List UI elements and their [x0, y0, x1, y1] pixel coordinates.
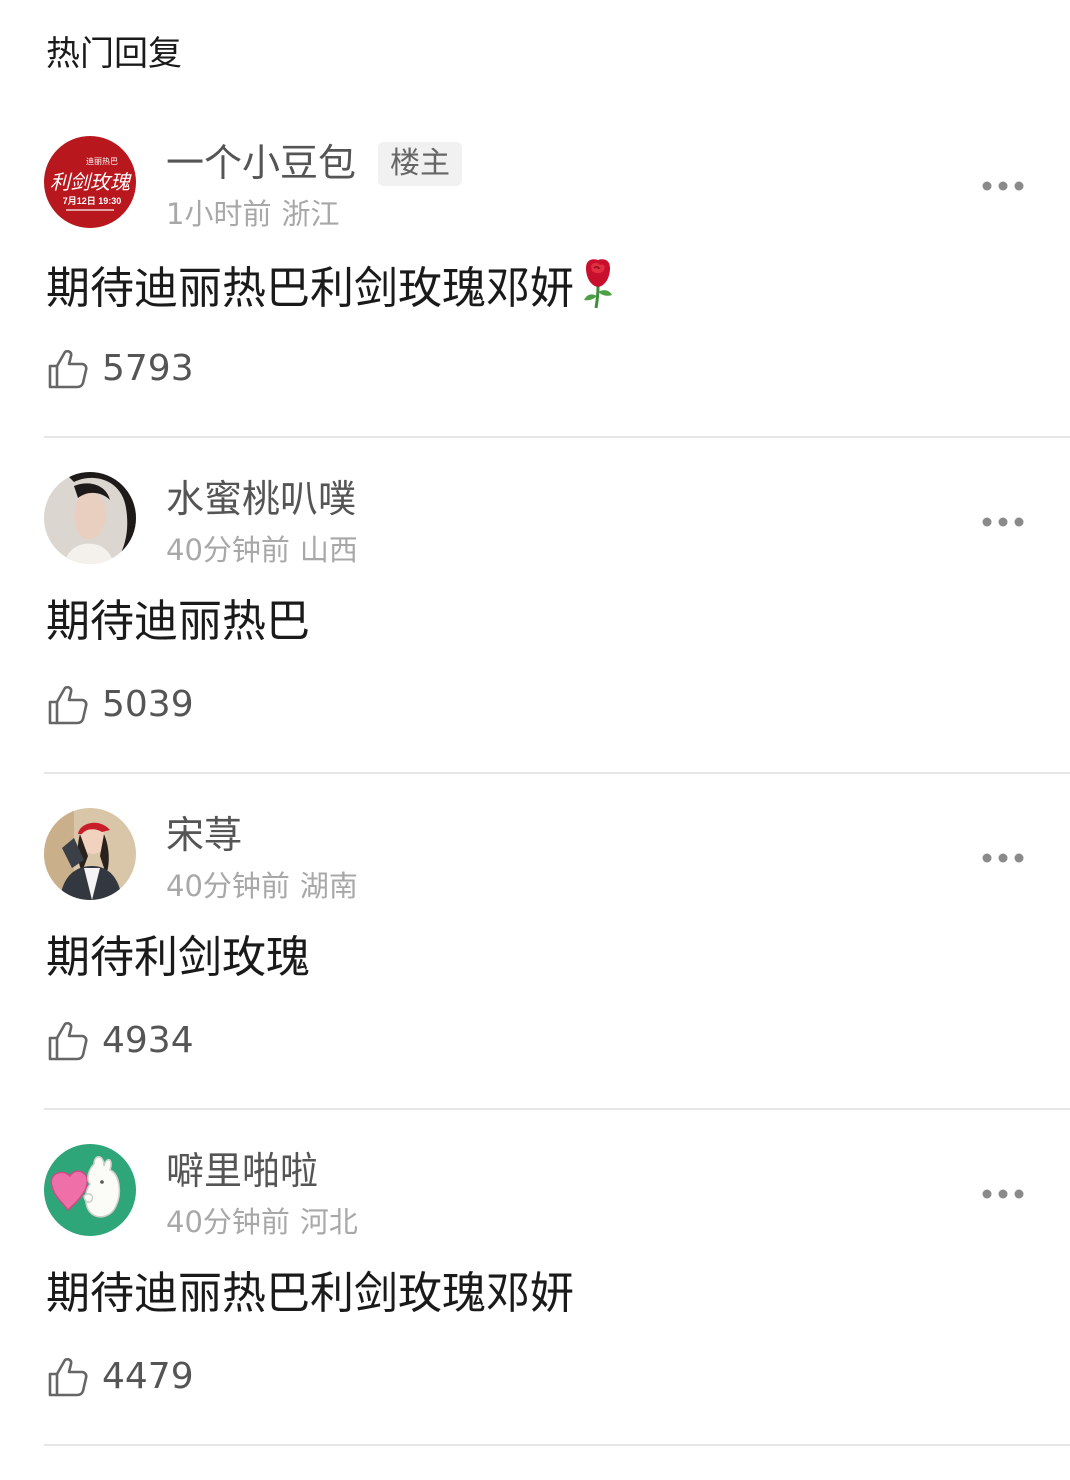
like-count: 4934: [102, 1020, 194, 1061]
comment-text: 期待迪丽热巴利剑玫瑰邓妍: [46, 263, 574, 314]
op-badge: 楼主: [378, 142, 462, 186]
like-count: 5039: [102, 684, 194, 725]
avatar[interactable]: [44, 808, 136, 900]
thumbs-up-icon: [48, 349, 88, 389]
more-dots-icon: [982, 181, 1024, 191]
avatar-photo-image: [44, 472, 136, 564]
more-options-button[interactable]: [978, 1174, 1028, 1214]
like-count: 4479: [102, 1356, 194, 1397]
more-options-button[interactable]: [978, 502, 1028, 542]
comment-time: 40分钟前: [166, 869, 290, 903]
comment-content: 期待迪丽热巴利剑玫瑰邓妍: [46, 256, 618, 326]
username[interactable]: 噼里啪啦: [166, 1146, 318, 1196]
comment-time: 40分钟前: [166, 1205, 290, 1239]
like-count: 5793: [102, 348, 194, 389]
avatar[interactable]: [44, 472, 136, 564]
comment-location: 浙江: [281, 197, 340, 231]
comment-meta: 40分钟前 山西: [166, 530, 358, 570]
comment-location: 山西: [299, 533, 358, 567]
avatar[interactable]: 迪丽热巴 利剑玫瑰 7月12日 19:30: [44, 136, 136, 228]
avatar-poster-top: 迪丽热巴: [86, 156, 118, 166]
avatar-poster-image: 迪丽热巴 利剑玫瑰 7月12日 19:30: [44, 136, 136, 228]
avatar[interactable]: [44, 1144, 136, 1236]
more-dots-icon: [982, 517, 1024, 527]
comment-meta: 40分钟前 湖南: [166, 866, 358, 906]
like-button[interactable]: 4934: [46, 1018, 194, 1064]
comment-meta: 40分钟前 河北: [166, 1202, 358, 1242]
comment-meta: 1小时前 浙江: [166, 194, 339, 234]
avatar-photo-image: [44, 808, 136, 900]
comment-item: 宋荨 40分钟前 湖南 期待利剑玫瑰 4934: [0, 808, 1070, 1144]
divider: [44, 436, 1070, 438]
rose-emoji: [578, 256, 618, 326]
divider: [44, 1444, 1070, 1446]
comment-item: 水蜜桃叭噗 40分钟前 山西 期待迪丽热巴 5039: [0, 472, 1070, 808]
divider: [44, 772, 1070, 774]
comment-item: 噼里啪啦 40分钟前 河北 期待迪丽热巴利剑玫瑰邓妍 4479: [0, 1144, 1070, 1480]
avatar-poster-title: 利剑玫瑰: [50, 172, 132, 194]
comment-location: 湖南: [299, 869, 358, 903]
avatar-illustration-image: [44, 1144, 136, 1236]
comment-location: 河北: [299, 1205, 358, 1239]
comment-item: 迪丽热巴 利剑玫瑰 7月12日 19:30 一个小豆包 楼主 1小时前 浙江 期待…: [0, 136, 1070, 472]
comment-time: 40分钟前: [166, 533, 290, 567]
more-options-button[interactable]: [978, 838, 1028, 878]
thumbs-up-icon: [48, 1357, 88, 1397]
more-dots-icon: [982, 853, 1024, 863]
comment-content: 期待迪丽热巴利剑玫瑰邓妍: [46, 1268, 574, 1319]
like-button[interactable]: 4479: [46, 1354, 194, 1400]
comment-time: 1小时前: [166, 197, 272, 231]
comment-content: 期待迪丽热巴: [46, 596, 310, 647]
more-dots-icon: [982, 1189, 1024, 1199]
avatar-poster-date: 7月12日 19:30: [63, 196, 122, 206]
username[interactable]: 宋荨: [166, 810, 242, 860]
thumbs-up-icon: [48, 685, 88, 725]
thumbs-up-icon: [48, 1021, 88, 1061]
divider: [44, 1108, 1070, 1110]
comment-content: 期待利剑玫瑰: [46, 932, 310, 983]
like-button[interactable]: 5039: [46, 682, 194, 728]
username[interactable]: 水蜜桃叭噗: [166, 474, 356, 524]
like-button[interactable]: 5793: [46, 346, 194, 392]
section-title: 热门回复: [46, 34, 182, 74]
username[interactable]: 一个小豆包: [166, 138, 356, 188]
more-options-button[interactable]: [978, 166, 1028, 206]
